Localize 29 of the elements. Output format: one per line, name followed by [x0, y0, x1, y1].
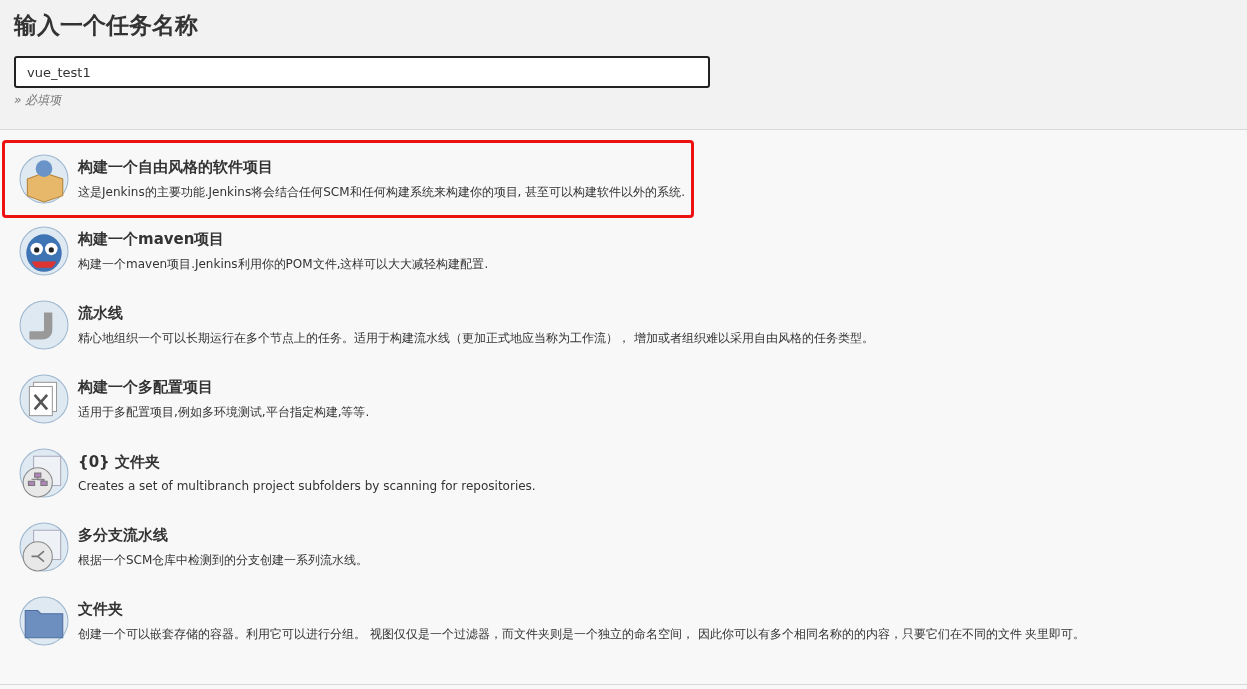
- job-type-option[interactable]: 多分支流水线 根据一个SCM仓库中检测到的分支创建一系列流水线。: [2, 510, 378, 584]
- job-type-description: Creates a set of multibranch project subfolders by scanning for repositories.: [78, 479, 536, 493]
- job-type-option[interactable]: {0} 文件夹 Creates a set of multibranch project subfolders by scanning for repositories.: [2, 436, 545, 510]
- owl-icon: [19, 226, 69, 276]
- job-type-option[interactable]: 构建一个多配置项目 适用于多配置项目,例如多环境测试,平台指定构建,等等.: [2, 362, 379, 436]
- job-type-title: 文件夹: [78, 599, 124, 619]
- job-type-description: 根据一个SCM仓库中检测到的分支创建一系列流水线。: [78, 551, 369, 569]
- documents-icon: [19, 374, 69, 424]
- job-type-title: 多分支流水线: [78, 525, 169, 545]
- job-type-title: 构建一个maven项目: [78, 229, 226, 249]
- highlighted-job-type-option[interactable]: 构建一个自由风格的软件项目 这是Jenkins的主要功能.Jenkins将会结合任何SCM和任何构建系统来构建你的项目, 甚至可以构建软件以外的系统.: [2, 140, 694, 218]
- job-type-description: 构建一个maven项目.Jenkins利用你的POM文件,这样可以大大减轻构建配置.: [78, 255, 489, 273]
- pipe-icon: [19, 300, 69, 350]
- job-type-description: 精心地组织一个可以长期运行在多个节点上的任务。适用于构建流水线（更加正式地应当称为工作流）， 增加或者组织难以采用自由风格的任务类型。: [78, 329, 874, 347]
- folder-branch-icon: [19, 522, 69, 572]
- page-heading: 输入一个任务名称: [14, 11, 199, 40]
- job-type-option[interactable]: 文件夹 创建一个可以嵌套存储的容器。利用它可以进行分组。 视图仅仅是一个过滤器，而文件夹则是一个独立的命名空间， 因此你可以有多个相同名称的的内容，只要它们在不同的文件 夹里即可。: [2, 584, 1095, 658]
- required-hint: » 必填项: [14, 92, 64, 109]
- job-type-title: 构建一个多配置项目: [78, 377, 214, 397]
- job-type-title: 流水线: [78, 303, 124, 323]
- job-type-description: 创建一个可以嵌套存储的容器。利用它可以进行分组。 视图仅仅是一个过滤器，而文件夹则是一个独立的命名空间， 因此你可以有多个相同名称的的内容，只要它们在不同的文件 夹里即可。: [78, 625, 1086, 643]
- item-name-field[interactable]: vue_test1: [14, 56, 710, 88]
- job-type-option[interactable]: 流水线 精心地组织一个可以长期运行在多个节点上的任务。适用于构建流水线（更加正式地应当称为工作流）， 增加或者组织难以采用自由风格的任务类型。: [2, 288, 883, 362]
- folder-hierarchy-icon: [19, 448, 69, 498]
- job-type-description: 适用于多配置项目,例如多环境测试,平台指定构建,等等.: [78, 403, 370, 421]
- job-type-title: 构建一个自由风格的软件项目: [78, 157, 274, 177]
- job-type-description: 这是Jenkins的主要功能.Jenkins将会结合任何SCM和任何构建系统来构建你的项目, 甚至可以构建软件以外的系统.: [78, 183, 685, 201]
- job-type-title: {0} 文件夹: [78, 453, 162, 472]
- folder-icon: [19, 596, 69, 646]
